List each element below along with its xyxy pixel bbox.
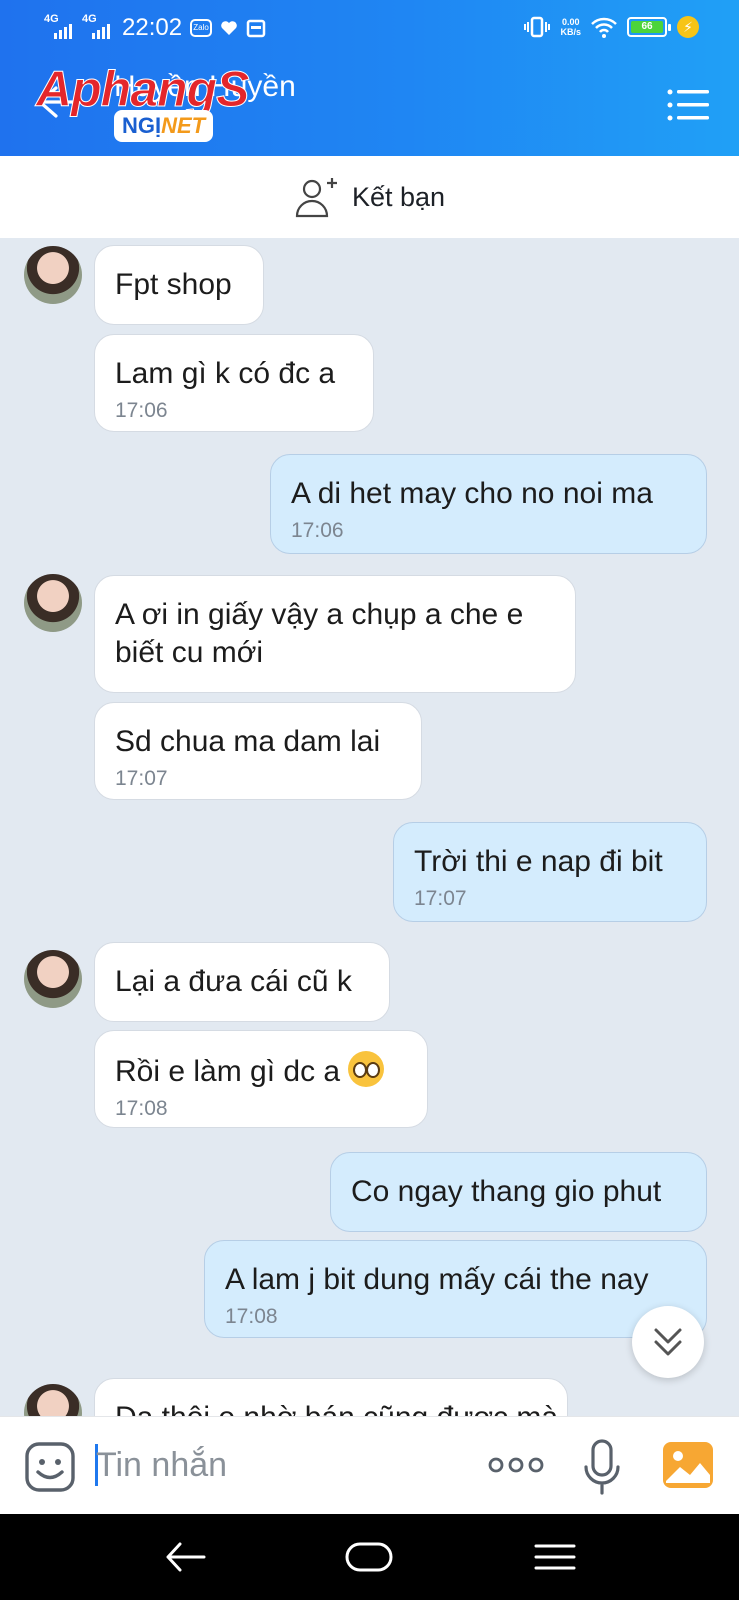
message-input[interactable] <box>96 1437 456 1493</box>
image-icon[interactable] <box>662 1441 714 1489</box>
message-time: 17:06 <box>291 519 344 542</box>
nav-home-icon[interactable] <box>344 1532 394 1582</box>
more-dots-icon[interactable] <box>488 1453 544 1477</box>
status-bar-left: 4G 4G 22:02 Zalo <box>44 13 266 42</box>
message-bubble-incoming[interactable]: Sd chua ma dam lai 17:07 <box>94 702 422 800</box>
cell-signal-icon-2: 4G <box>82 13 112 39</box>
sticker-icon[interactable] <box>24 1441 76 1493</box>
heart-notification-icon <box>221 21 237 35</box>
avatar[interactable] <box>24 246 82 304</box>
menu-icon[interactable] <box>667 88 711 122</box>
message-time: 17:08 <box>225 1305 278 1328</box>
nav-back-icon[interactable] <box>160 1532 210 1582</box>
battery-icon: 66 <box>627 17 671 37</box>
charging-icon: ⚡ <box>677 16 699 38</box>
add-friend-icon <box>295 178 337 218</box>
battery-level: 66 <box>631 21 663 33</box>
message-bubble-incoming[interactable]: Lam gì k có đc a 17:06 <box>94 334 374 432</box>
zalo-notification-icon: Zalo <box>190 19 213 37</box>
message-bubble-outgoing[interactable]: A di het may cho no noi ma 17:06 <box>270 454 707 554</box>
message-time: 17:07 <box>414 887 467 910</box>
cell-signal-icon: 4G <box>44 13 74 39</box>
add-friend-button[interactable]: Kết bạn <box>0 156 739 238</box>
message-time: 17:06 <box>115 399 168 422</box>
message-bubble-outgoing[interactable]: Co ngay thang gio phut <box>330 1152 707 1232</box>
scroll-to-bottom-button[interactable] <box>632 1306 704 1378</box>
message-bubble-incoming[interactable]: Fpt shop <box>94 245 264 325</box>
status-bar: 4G 4G 22:02 Zalo 0.00 KB/s 66 ⚡ <box>0 0 739 58</box>
vibrate-icon <box>524 16 551 38</box>
message-bubble-incoming[interactable]: Rồi e làm gì dc a 17:08 <box>94 1030 428 1128</box>
flushed-face-emoji <box>348 1051 385 1087</box>
status-time: 22:02 <box>122 14 183 41</box>
calendar-notification-icon <box>246 19 266 38</box>
message-time: 17:07 <box>115 767 168 790</box>
avatar[interactable] <box>24 950 82 1008</box>
wifi-icon <box>591 17 617 38</box>
avatar[interactable] <box>24 574 82 632</box>
avatar[interactable] <box>24 1384 82 1416</box>
message-bubble-incoming[interactable]: A ơi in giấy vậy a chụp a che e biết cu … <box>94 575 576 693</box>
composer-bar <box>0 1416 739 1514</box>
message-time: 17:08 <box>115 1097 168 1120</box>
watermark-logo: AphangS NGỊNET <box>35 60 266 144</box>
message-bubble-incoming[interactable]: Dạ thôi e nhờ bán cũng được mà <box>94 1378 568 1416</box>
network-speed: 0.00 KB/s <box>560 17 581 37</box>
chat-header: 4G 4G 22:02 Zalo 0.00 KB/s 66 ⚡ Huyền Hu… <box>0 0 739 156</box>
message-list[interactable]: Fpt shop Lam gì k có đc a 17:06 A di het… <box>0 238 739 1416</box>
message-bubble-incoming[interactable]: Lại a đưa cái cũ k <box>94 942 390 1022</box>
message-bubble-outgoing[interactable]: Trời thi e nap đi bit 17:07 <box>393 822 707 922</box>
add-friend-label: Kết bạn <box>351 181 446 212</box>
chevron-double-down-icon <box>654 1328 682 1356</box>
nav-recents-icon[interactable] <box>530 1532 580 1582</box>
status-bar-right: 0.00 KB/s 66 ⚡ <box>524 16 699 38</box>
microphone-icon[interactable] <box>582 1437 622 1497</box>
system-nav-bar <box>0 1514 739 1600</box>
